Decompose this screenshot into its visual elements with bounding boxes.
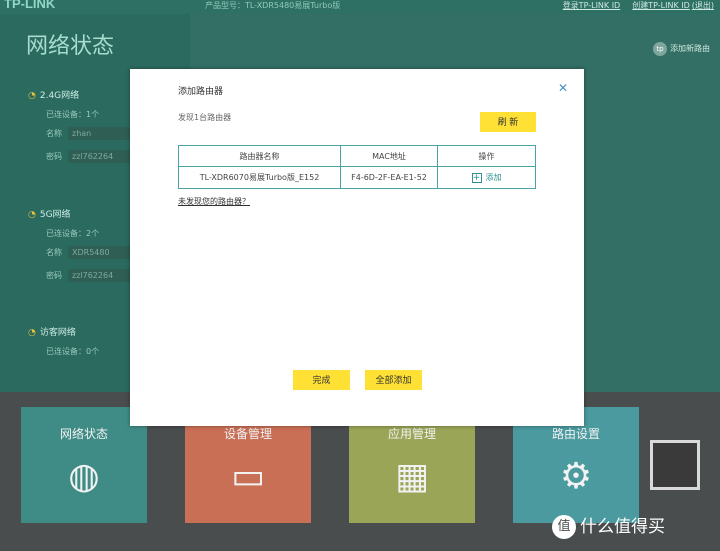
col-mac: MAC地址 (340, 145, 438, 167)
create-id-link[interactable]: 创建TP-LINK ID (632, 1, 690, 10)
top-bar: TP-LINK 产品型号：TL-XDR5480易展Turbo版 登录TP-LIN… (0, 0, 720, 14)
add-new-router-link[interactable]: tp 添加新路由 (653, 42, 710, 56)
watermark: 值什么值得买 (552, 512, 665, 539)
wifi24-title: 2.4G网络 (39, 91, 80, 101)
wifi24-name-row: 名称 zhan (46, 127, 138, 140)
product-model: 产品型号：TL-XDR5480易展Turbo版 (205, 1, 341, 10)
wifi5-name-field[interactable]: XDR5480 (68, 246, 138, 259)
add-all-button[interactable]: 全部添加 (365, 370, 422, 390)
col-router-name: 路由器名称 (178, 145, 341, 167)
add-new-router-label: 添加新路由 (670, 44, 710, 53)
wifi5-devices: 已连设备：2个 (46, 229, 100, 238)
col-action: 操作 (437, 145, 536, 167)
mac-cell: F4-6D-2F-EA-E1-52 (340, 166, 438, 189)
qr-code (650, 440, 700, 490)
close-icon[interactable]: ✕ (558, 81, 568, 95)
tile-label: 应用管理 (387, 427, 436, 441)
action-cell: + 添加 (437, 166, 536, 189)
refresh-button[interactable]: 刷 新 (480, 112, 536, 132)
add-router-dialog: 添加路由器 ✕ 发现1台路由器 刷 新 路由器名称 MAC地址 操作 TL-XD… (130, 69, 584, 426)
wifi-icon: ◔ (28, 328, 36, 338)
globe-icon: ◍ (68, 456, 100, 497)
wifi5-name-row: 名称 XDR5480 (46, 246, 138, 259)
guest-title: 访客网络 (39, 328, 76, 338)
name-label: 名称 (46, 129, 62, 138)
name-label: 名称 (46, 248, 62, 257)
wifi24-pwd-row: 密码 zzl762264 (46, 150, 138, 163)
guest-devices: 已连设备：0个 (46, 347, 100, 356)
dialog-title: 添加路由器 (178, 87, 224, 97)
wifi24-name-field[interactable]: zhan (68, 127, 138, 140)
add-label: 添加 (485, 173, 502, 182)
wifi-icon: ◔ (28, 210, 36, 220)
login-link[interactable]: 登录TP-LINK ID (563, 1, 621, 10)
account-links: 登录TP-LINK ID 创建TP-LINK ID (退出) (551, 0, 714, 11)
router-name-cell: TL-XDR6070易展Turbo版_E152 (178, 166, 341, 189)
apps-grid-icon: ▦ (394, 456, 429, 497)
wifi24-pwd-field[interactable]: zzl762264 (68, 150, 138, 163)
pwd-label: 密码 (46, 271, 62, 280)
wifi5-section: ◔ 5G网络 (28, 207, 71, 220)
plus-icon: + (471, 173, 482, 183)
tp-icon: tp (653, 42, 667, 56)
gear-icon: ⚙ (559, 456, 593, 497)
wifi24-section: ◔ 2.4G网络 (28, 88, 79, 101)
add-router-link[interactable]: + 添加 (471, 173, 502, 183)
page-title: 网络状态 (26, 34, 115, 59)
finish-button[interactable]: 完成 (293, 370, 350, 390)
tile-label: 路由设置 (551, 427, 600, 441)
wifi24-devices: 已连设备：1个 (46, 110, 100, 119)
table-header-row: 路由器名称 MAC地址 操作 (178, 145, 536, 167)
pwd-label: 密码 (46, 152, 62, 161)
router-table: 路由器名称 MAC地址 操作 TL-XDR6070易展Turbo版_E152 F… (178, 145, 536, 189)
watermark-logo: 值 (552, 515, 576, 539)
wifi-icon: ◔ (28, 91, 36, 101)
tile-label: 网络状态 (59, 427, 108, 441)
guest-section: ◔ 访客网络 (28, 325, 76, 338)
exit-link[interactable]: (退出) (692, 1, 714, 10)
found-count-text: 发现1台路由器 (178, 113, 232, 122)
wifi5-pwd-row: 密码 zzl762264 (46, 269, 138, 282)
watermark-text: 什么值得买 (580, 517, 665, 537)
wifi5-pwd-field[interactable]: zzl762264 (68, 269, 138, 282)
tile-label: 设备管理 (223, 427, 272, 441)
tile-network-status[interactable]: 网络状态 ◍ (21, 407, 147, 523)
table-row: TL-XDR6070易展Turbo版_E152 F4-6D-2F-EA-E1-5… (178, 166, 536, 189)
router-not-found-link[interactable]: 未发现您的路由器？ (178, 196, 250, 207)
wifi5-title: 5G网络 (39, 210, 71, 220)
tp-link-logo: TP-LINK (4, 0, 56, 11)
laptop-icon: ▭ (230, 456, 265, 497)
